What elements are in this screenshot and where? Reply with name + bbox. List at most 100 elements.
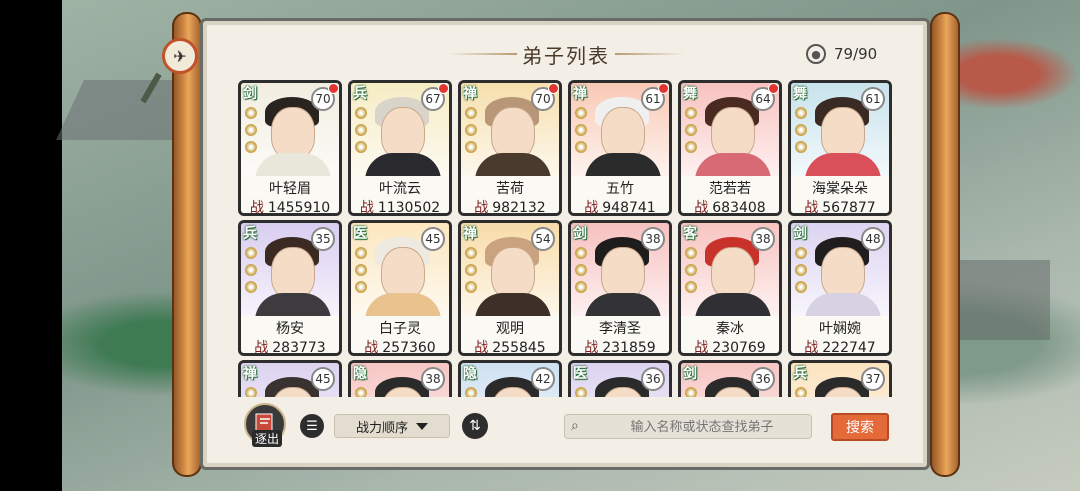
- disciple-name: 海棠朵朵: [812, 181, 868, 197]
- power-prefix: 战: [254, 340, 269, 356]
- skill-orb-icon: [575, 247, 587, 259]
- search-field[interactable]: ⌕: [564, 414, 812, 439]
- disciple-card[interactable]: 隐 38: [348, 360, 452, 397]
- disciple-capacity: ● 79/90: [806, 44, 877, 64]
- notification-dot: [548, 83, 559, 94]
- disciple-card[interactable]: 禅 45: [238, 360, 342, 397]
- disciple-name: 叶娴婉: [819, 321, 861, 337]
- power-value: 567877: [822, 200, 876, 216]
- notification-dot: [768, 83, 779, 94]
- power-prefix: 战: [364, 340, 379, 356]
- skill-orb-icon: [355, 107, 367, 119]
- level-badge: 36: [641, 367, 665, 391]
- disciple-card[interactable]: 兵 35 杨安战 283773: [238, 220, 342, 356]
- list-icon[interactable]: ☰: [300, 414, 324, 438]
- search-input[interactable]: [593, 416, 811, 439]
- skill-orb-icon: [245, 124, 257, 136]
- search-button[interactable]: 搜索: [831, 413, 889, 441]
- power-value: 283773: [272, 340, 326, 356]
- disciple-power: 战 255845: [461, 337, 559, 356]
- disciple-card[interactable]: 禅 70 苦荷战 982132: [458, 80, 562, 216]
- level-badge: 61: [861, 87, 885, 111]
- portrait-face: [381, 247, 425, 299]
- level-badge: 38: [421, 367, 445, 391]
- disciple-card[interactable]: 兵 67 叶流云战 1130502: [348, 80, 452, 216]
- capacity-value: 79/90: [834, 45, 878, 63]
- disciple-power: 战 1455910: [241, 197, 339, 216]
- disciple-power: 战 567877: [791, 197, 889, 216]
- skill-orb-icon: [575, 387, 587, 397]
- skill-orb-icon: [685, 247, 697, 259]
- expel-label: 逐出: [252, 430, 283, 447]
- disciple-card[interactable]: 禅 61 五竹战 948741: [568, 80, 672, 216]
- skill-orb-icon: [795, 141, 807, 153]
- swap-order-icon[interactable]: ⇅: [462, 413, 488, 439]
- power-value: 1455910: [267, 200, 331, 216]
- skill-orb-icon: [575, 124, 587, 136]
- disciple-card[interactable]: 舞 61 海棠朵朵战 567877: [788, 80, 892, 216]
- skill-orb-icon: [795, 247, 807, 259]
- skill-orb-icon: [465, 107, 477, 119]
- disciple-card[interactable]: 隐 42: [458, 360, 562, 397]
- disciple-card[interactable]: 医 36: [568, 360, 672, 397]
- sect-badge: 禅: [463, 226, 477, 242]
- sect-badge: 禅: [243, 366, 257, 382]
- skill-orb-icon: [795, 124, 807, 136]
- power-prefix: 战: [804, 200, 819, 216]
- disciple-card[interactable]: 医 45 白子灵战 257360: [348, 220, 452, 356]
- sect-badge: 剑: [243, 86, 257, 102]
- skill-orbs: [465, 387, 479, 397]
- disciple-card[interactable]: 剑 70 叶轻眉战 1455910: [238, 80, 342, 216]
- power-value: 255845: [492, 340, 546, 356]
- power-value: 222747: [822, 340, 876, 356]
- skill-orb-icon: [355, 264, 367, 276]
- portrait-face: [601, 247, 645, 299]
- skill-orb-icon: [575, 107, 587, 119]
- skill-orb-icon: [245, 107, 257, 119]
- skill-orbs: [575, 107, 589, 158]
- skill-orbs: [795, 107, 809, 158]
- sect-badge: 医: [573, 366, 587, 382]
- skill-orb-icon: [795, 107, 807, 119]
- disciple-card[interactable]: 剑 36: [678, 360, 782, 397]
- power-prefix: 战: [249, 200, 264, 216]
- portrait-face: [821, 107, 865, 159]
- skill-orbs: [685, 107, 699, 158]
- sect-badge: 剑: [573, 226, 587, 242]
- sort-order-dropdown[interactable]: 战力顺序: [334, 414, 450, 438]
- bird-emblem-icon[interactable]: ✈: [162, 38, 198, 74]
- disciple-power: 战 982132: [461, 197, 559, 213]
- sect-badge: 剑: [683, 366, 697, 382]
- skill-orbs: [685, 387, 699, 397]
- sect-badge: 隐: [463, 366, 477, 382]
- disciple-power: 战 283773: [241, 337, 339, 356]
- skill-orb-icon: [355, 281, 367, 293]
- power-prefix: 战: [359, 200, 374, 216]
- disciple-card[interactable]: 剑 48 叶娴婉战 222747: [788, 220, 892, 356]
- level-badge: 42: [531, 367, 555, 391]
- power-value: 948741: [602, 200, 656, 216]
- disciple-card[interactable]: 兵 37: [788, 360, 892, 397]
- skill-orb-icon: [795, 387, 807, 397]
- skill-orb-icon: [245, 387, 257, 397]
- disciple-card[interactable]: 客 38 秦冰战 230769: [678, 220, 782, 356]
- disciple-name: 叶轻眉: [269, 181, 311, 197]
- level-badge: 45: [311, 367, 335, 391]
- sect-badge: 禅: [573, 86, 587, 102]
- skill-orb-icon: [685, 107, 697, 119]
- disciple-card[interactable]: 剑 38 李清圣战 231859: [568, 220, 672, 356]
- disciple-name: 秦冰: [716, 321, 744, 337]
- portrait-face: [711, 247, 755, 299]
- notification-dot: [328, 83, 339, 94]
- level-badge: 38: [751, 227, 775, 251]
- level-badge: 35: [311, 227, 335, 251]
- disciple-grid: 剑 70 叶轻眉战 1455910 兵 67 叶流云战 1130502 禅 70 苦荷战 982132…: [238, 75, 918, 397]
- disciple-card[interactable]: 舞 64 范若若战 683408: [678, 80, 782, 216]
- title-decoration-left: [447, 53, 517, 55]
- disciple-name: 杨安: [276, 321, 304, 337]
- sect-badge: 兵: [353, 86, 367, 102]
- skill-orb-icon: [685, 141, 697, 153]
- disciple-card[interactable]: 禅 54 观明战 255845: [458, 220, 562, 356]
- skill-orbs: [245, 387, 259, 397]
- power-value: 1130502: [377, 200, 441, 216]
